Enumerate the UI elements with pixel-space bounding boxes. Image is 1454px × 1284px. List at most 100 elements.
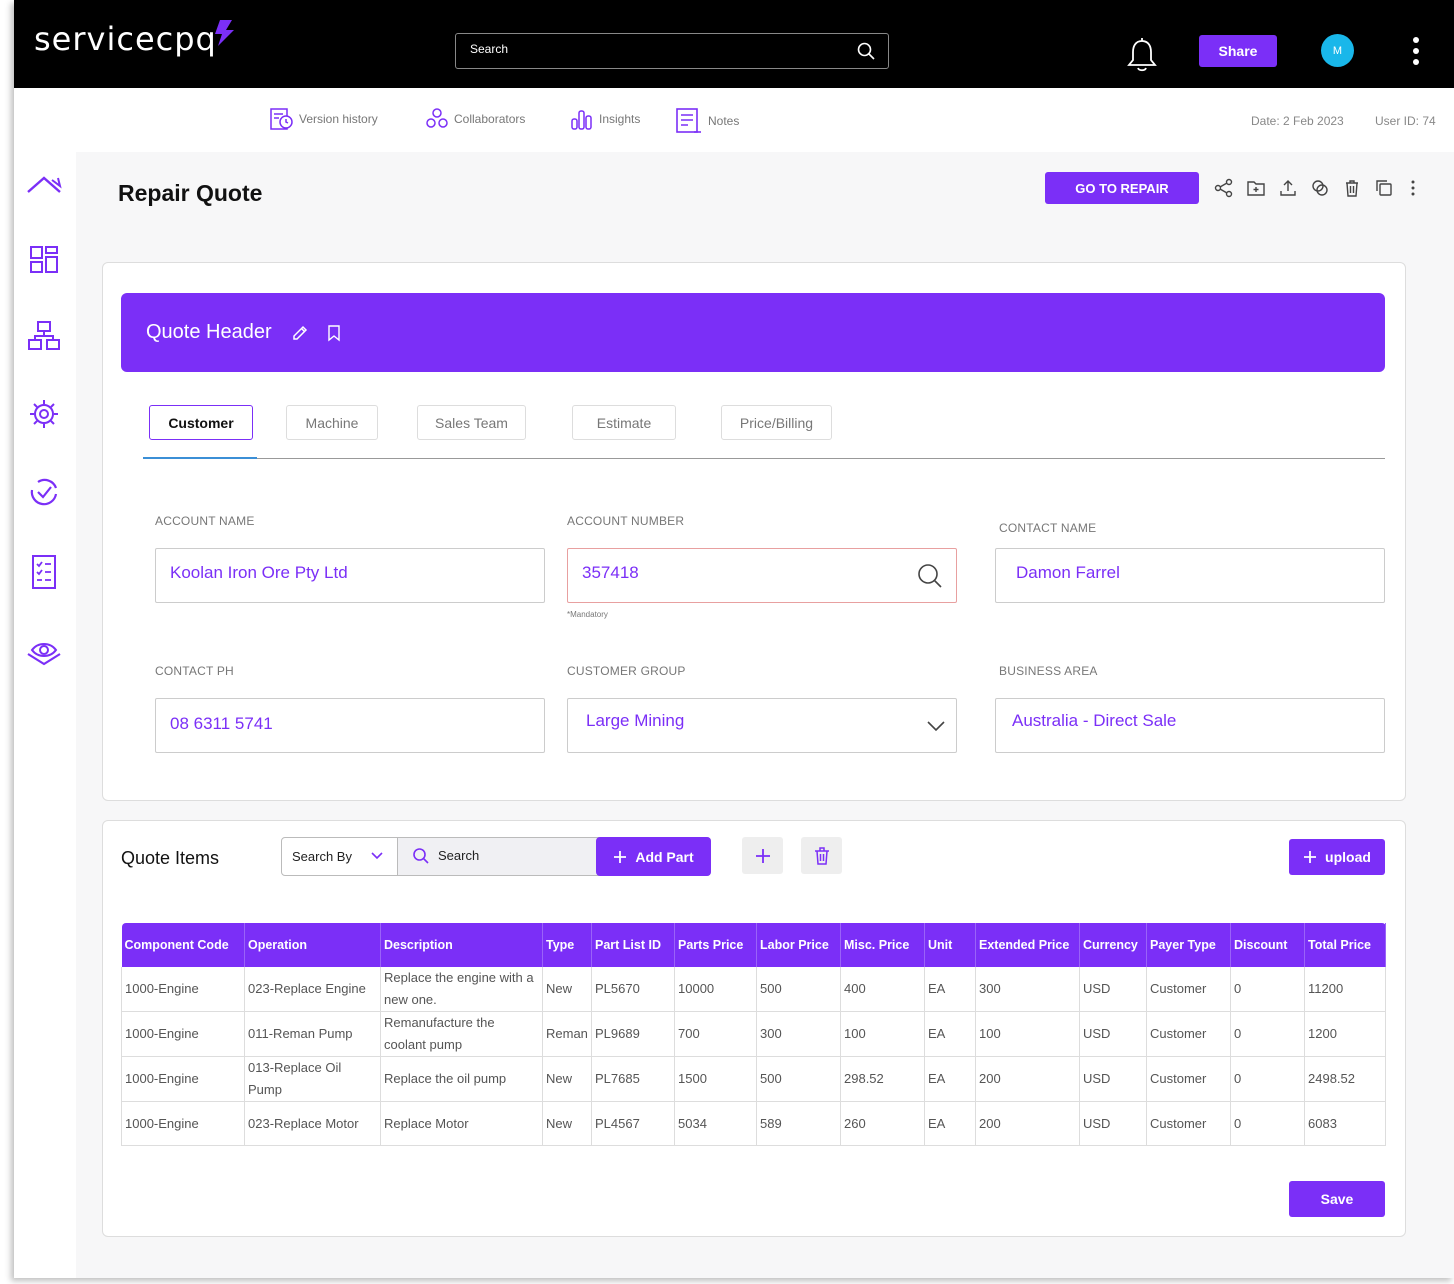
insights-link[interactable]: Insights xyxy=(569,106,640,132)
table-cell[interactable]: 6083 xyxy=(1304,1101,1386,1146)
table-cell[interactable]: USD xyxy=(1079,1101,1147,1146)
table-cell[interactable]: 0 xyxy=(1230,1011,1305,1057)
save-button[interactable]: Save xyxy=(1289,1181,1385,1217)
table-cell[interactable]: 1000-Engine xyxy=(121,1101,245,1146)
table-cell[interactable]: New xyxy=(542,967,592,1012)
table-cell[interactable]: 023-Replace Engine xyxy=(244,967,381,1012)
column-header[interactable]: Part List ID xyxy=(591,923,675,967)
tab-customer[interactable]: Customer xyxy=(149,405,253,440)
table-cell[interactable]: 0 xyxy=(1230,1056,1305,1102)
table-cell[interactable]: 100 xyxy=(975,1011,1080,1057)
notes-link[interactable]: Notes xyxy=(674,106,739,136)
table-cell[interactable]: 1000-Engine xyxy=(121,1056,245,1102)
table-cell[interactable]: PL5670 xyxy=(591,967,675,1012)
column-header[interactable]: Extended Price xyxy=(975,923,1080,967)
table-cell[interactable]: 700 xyxy=(674,1011,757,1057)
table-cell[interactable]: Replace the engine with a new one. xyxy=(380,967,543,1012)
search-icon[interactable] xyxy=(856,41,876,61)
avatar[interactable]: M xyxy=(1321,34,1354,67)
table-cell[interactable]: 0 xyxy=(1230,1101,1305,1146)
bookmark-icon[interactable] xyxy=(326,324,342,342)
tab-estimate[interactable]: Estimate xyxy=(572,405,676,440)
table-cell[interactable]: 011-Reman Pump xyxy=(244,1011,381,1057)
table-cell[interactable]: 298.52 xyxy=(840,1056,925,1102)
upload-icon[interactable] xyxy=(1278,178,1298,198)
hierarchy-icon[interactable] xyxy=(24,318,64,354)
column-header[interactable]: Operation xyxy=(244,923,381,967)
table-cell[interactable]: New xyxy=(542,1101,592,1146)
more-actions-icon[interactable] xyxy=(1410,178,1416,198)
table-cell[interactable]: Customer xyxy=(1146,1011,1231,1057)
go-to-repair-button[interactable]: GO TO REPAIR xyxy=(1045,172,1199,204)
table-cell[interactable]: 10000 xyxy=(674,967,757,1012)
version-history-link[interactable]: Version history xyxy=(269,106,378,132)
table-cell[interactable]: PL9689 xyxy=(591,1011,675,1057)
table-cell[interactable]: 023-Replace Motor xyxy=(244,1101,381,1146)
table-cell[interactable]: EA xyxy=(924,1056,976,1102)
tab-sales-team[interactable]: Sales Team xyxy=(417,405,526,440)
search-by-select[interactable]: Search By xyxy=(282,838,398,875)
table-cell[interactable]: 5034 xyxy=(674,1101,757,1146)
upload-button[interactable]: upload xyxy=(1289,839,1385,875)
table-cell[interactable]: 260 xyxy=(840,1101,925,1146)
business-area-field[interactable]: Australia - Direct Sale xyxy=(995,698,1385,753)
service-gear-icon[interactable] xyxy=(24,396,64,432)
table-row[interactable]: 1000-Engine 023-Replace Motor Replace Moto… xyxy=(121,1101,1386,1146)
delete-icon[interactable] xyxy=(1342,178,1362,198)
tab-machine[interactable]: Machine xyxy=(286,405,378,440)
table-cell[interactable]: 11200 xyxy=(1304,967,1386,1012)
table-cell[interactable]: 400 xyxy=(840,967,925,1012)
home-icon[interactable] xyxy=(24,166,64,202)
table-row[interactable]: 1000-Engine 023-Replace Engine Replace the… xyxy=(121,967,1386,1012)
dashboard-icon[interactable] xyxy=(24,242,64,278)
share-button[interactable]: Share xyxy=(1199,35,1277,67)
contact-name-field[interactable]: Damon Farrel xyxy=(995,548,1385,603)
tab-price-billing[interactable]: Price/Billing xyxy=(721,405,832,440)
table-cell[interactable]: New xyxy=(542,1056,592,1102)
duplicate-icon[interactable] xyxy=(1374,178,1394,198)
table-cell[interactable]: 0 xyxy=(1230,967,1305,1012)
delete-row-button[interactable] xyxy=(801,837,842,874)
table-cell[interactable]: 300 xyxy=(756,1011,841,1057)
column-header[interactable]: Component Code xyxy=(121,923,245,967)
column-header[interactable]: Currency xyxy=(1079,923,1147,967)
collaborators-link[interactable]: Collaborators xyxy=(424,106,525,132)
column-header[interactable]: Discount xyxy=(1230,923,1305,967)
table-row[interactable]: 1000-Engine 011-Reman Pump Remanufacture t… xyxy=(121,1011,1386,1057)
table-cell[interactable]: EA xyxy=(924,967,976,1012)
table-cell[interactable]: USD xyxy=(1079,1011,1147,1057)
table-cell[interactable]: EA xyxy=(924,1101,976,1146)
inspection-eye-icon[interactable] xyxy=(24,634,64,670)
global-search[interactable] xyxy=(455,33,889,69)
add-row-button[interactable] xyxy=(742,837,783,874)
table-cell[interactable]: USD xyxy=(1079,1056,1147,1102)
table-cell[interactable]: Replace Motor xyxy=(380,1101,543,1146)
table-cell[interactable]: Customer xyxy=(1146,967,1231,1012)
column-header[interactable]: Labor Price xyxy=(756,923,841,967)
account-search-icon[interactable] xyxy=(916,562,944,590)
customer-group-select[interactable]: Large Mining xyxy=(567,698,957,753)
more-options-icon[interactable] xyxy=(1412,36,1420,66)
bell-icon[interactable] xyxy=(1126,38,1158,74)
table-cell[interactable]: 500 xyxy=(756,1056,841,1102)
column-header[interactable]: Total Price xyxy=(1304,923,1386,967)
contact-ph-field[interactable]: 08 6311 5741 xyxy=(155,698,545,753)
table-cell[interactable]: 500 xyxy=(756,967,841,1012)
table-cell[interactable]: Customer xyxy=(1146,1056,1231,1102)
add-part-button[interactable]: Add Part xyxy=(596,837,711,876)
table-cell[interactable]: 1200 xyxy=(1304,1011,1386,1057)
table-cell[interactable]: Replace the oil pump xyxy=(380,1056,543,1102)
share-icon[interactable] xyxy=(1214,178,1234,198)
column-header[interactable]: Parts Price xyxy=(674,923,757,967)
items-search-field[interactable] xyxy=(398,838,598,875)
table-cell[interactable]: 1500 xyxy=(674,1056,757,1102)
table-cell[interactable]: 1000-Engine xyxy=(121,967,245,1012)
column-header[interactable]: Description xyxy=(380,923,543,967)
table-cell[interactable]: EA xyxy=(924,1011,976,1057)
table-cell[interactable]: PL4567 xyxy=(591,1101,675,1146)
table-cell[interactable]: 1000-Engine xyxy=(121,1011,245,1057)
account-number-field[interactable]: 357418 xyxy=(567,548,957,603)
table-cell[interactable]: PL7685 xyxy=(591,1056,675,1102)
table-cell[interactable]: USD xyxy=(1079,967,1147,1012)
checklist-icon[interactable] xyxy=(24,552,64,592)
